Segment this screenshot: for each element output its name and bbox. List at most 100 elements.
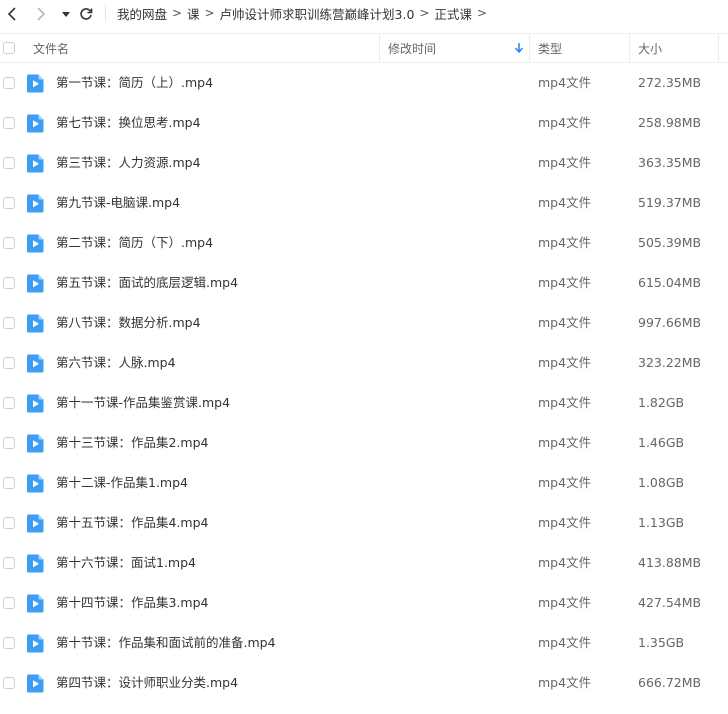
file-size: 1.13GB <box>638 515 685 530</box>
column-divider[interactable] <box>529 34 530 62</box>
video-file-icon <box>27 554 44 573</box>
file-row[interactable]: 第十三节课：作品集2.mp4 mp4文件 1.46GB <box>0 423 728 463</box>
row-checkbox[interactable] <box>3 237 15 249</box>
row-checkbox[interactable] <box>3 557 15 569</box>
column-header-type[interactable]: 类型 <box>538 34 562 62</box>
file-type: mp4文件 <box>538 315 592 330</box>
row-checkbox[interactable] <box>3 437 15 449</box>
file-row[interactable]: 第十六节课：面试1.mp4 mp4文件 413.88MB <box>0 543 728 583</box>
file-row[interactable]: 第二节课：简历（下）.mp4 mp4文件 505.39MB <box>0 223 728 263</box>
caret-down-icon <box>62 12 70 17</box>
video-file-icon <box>27 634 44 653</box>
file-name[interactable]: 第十五节课：作品集4.mp4 <box>56 503 209 543</box>
file-name[interactable]: 第一节课：简历（上）.mp4 <box>56 63 213 103</box>
file-name[interactable]: 第七节课：换位思考.mp4 <box>56 103 201 143</box>
row-checkbox[interactable] <box>3 277 15 289</box>
refresh-button[interactable] <box>76 4 96 24</box>
file-row[interactable]: 第十二课-作品集1.mp4 mp4文件 1.08GB <box>0 463 728 503</box>
column-divider[interactable] <box>629 34 630 62</box>
file-row[interactable]: 第十四节课：作品集3.mp4 mp4文件 427.54MB <box>0 583 728 623</box>
file-size: 363.35MB <box>638 155 702 170</box>
video-file-icon <box>27 474 44 493</box>
file-type: mp4文件 <box>538 235 592 250</box>
file-name[interactable]: 第五节课：面试的底层逻辑.mp4 <box>56 263 238 303</box>
file-row[interactable]: 第十节课：作品集和面试前的准备.mp4 mp4文件 1.35GB <box>0 623 728 663</box>
forward-button[interactable] <box>31 4 51 24</box>
breadcrumb-item[interactable]: 课 <box>187 4 200 23</box>
row-checkbox[interactable] <box>3 677 15 689</box>
row-checkbox[interactable] <box>3 477 15 489</box>
file-name[interactable]: 第十六节课：面试1.mp4 <box>56 543 196 583</box>
file-row[interactable]: 第六节课：人脉.mp4 mp4文件 323.22MB <box>0 343 728 383</box>
history-dropdown-button[interactable] <box>56 4 76 24</box>
video-file-icon <box>27 434 44 453</box>
breadcrumb-item[interactable]: 卢帅设计师求职训练营巅峰计划3.0 <box>220 4 415 23</box>
row-checkbox[interactable] <box>3 317 15 329</box>
file-name[interactable]: 第十节课：作品集和面试前的准备.mp4 <box>56 623 276 663</box>
file-type: mp4文件 <box>538 435 592 450</box>
file-row[interactable]: 第一节课：简历（上）.mp4 mp4文件 272.35MB <box>0 63 728 103</box>
video-file-icon <box>27 194 44 213</box>
row-checkbox[interactable] <box>3 157 15 169</box>
file-row[interactable]: 第七节课：换位思考.mp4 mp4文件 258.98MB <box>0 103 728 143</box>
column-divider[interactable] <box>718 34 719 62</box>
file-row[interactable]: 第四节课：设计师职业分类.mp4 mp4文件 666.72MB <box>0 663 728 703</box>
file-row[interactable]: 第三节课：人力资源.mp4 mp4文件 363.35MB <box>0 143 728 183</box>
row-checkbox[interactable] <box>3 597 15 609</box>
refresh-icon <box>80 8 93 20</box>
file-type: mp4文件 <box>538 75 592 90</box>
file-name[interactable]: 第六节课：人脉.mp4 <box>56 343 176 383</box>
file-name[interactable]: 第十二课-作品集1.mp4 <box>56 463 188 503</box>
column-header-modified[interactable]: 修改时间 <box>388 34 436 62</box>
file-row[interactable]: 第十五节课：作品集4.mp4 mp4文件 1.13GB <box>0 503 728 543</box>
row-checkbox[interactable] <box>3 117 15 129</box>
video-file-icon <box>27 74 44 93</box>
file-type: mp4文件 <box>538 275 592 290</box>
back-button[interactable] <box>2 4 22 24</box>
row-checkbox[interactable] <box>3 637 15 649</box>
row-checkbox[interactable] <box>3 397 15 409</box>
column-divider[interactable] <box>379 34 380 62</box>
file-type: mp4文件 <box>538 675 592 690</box>
toolbar-divider <box>105 5 106 21</box>
file-size: 272.35MB <box>638 75 702 90</box>
column-header-name[interactable]: 文件名 <box>33 34 69 62</box>
file-name[interactable]: 第八节课：数据分析.mp4 <box>56 303 201 343</box>
file-type: mp4文件 <box>538 155 592 170</box>
sort-down-arrow-icon[interactable] <box>514 42 524 54</box>
video-file-icon <box>27 154 44 173</box>
file-row[interactable]: 第九节课-电脑课.mp4 mp4文件 519.37MB <box>0 183 728 223</box>
file-type: mp4文件 <box>538 515 592 530</box>
file-name[interactable]: 第二节课：简历（下）.mp4 <box>56 223 213 263</box>
row-checkbox[interactable] <box>3 197 15 209</box>
file-size: 323.22MB <box>638 355 702 370</box>
row-checkbox[interactable] <box>3 77 15 89</box>
select-all-checkbox[interactable] <box>3 42 15 54</box>
file-name[interactable]: 第九节课-电脑课.mp4 <box>56 183 180 223</box>
file-row[interactable]: 第八节课：数据分析.mp4 mp4文件 997.66MB <box>0 303 728 343</box>
file-name[interactable]: 第十一节课-作品集鉴赏课.mp4 <box>56 383 230 423</box>
file-name[interactable]: 第十四节课：作品集3.mp4 <box>56 583 209 623</box>
breadcrumb-item[interactable]: 我的网盘 <box>117 4 167 23</box>
column-header-size[interactable]: 大小 <box>638 34 662 62</box>
file-name[interactable]: 第三节课：人力资源.mp4 <box>56 143 201 183</box>
file-row[interactable]: 第十一节课-作品集鉴赏课.mp4 mp4文件 1.82GB <box>0 383 728 423</box>
file-type: mp4文件 <box>538 195 592 210</box>
breadcrumb-separator: > <box>476 6 487 20</box>
chevron-left-icon <box>7 7 16 21</box>
file-size: 427.54MB <box>638 595 702 610</box>
video-file-icon <box>27 274 44 293</box>
video-file-icon <box>27 514 44 533</box>
file-size: 1.08GB <box>638 475 685 490</box>
file-type: mp4文件 <box>538 395 592 410</box>
breadcrumb: 我的网盘 > 课 > 卢帅设计师求职训练营巅峰计划3.0 > 正式课 > <box>117 0 492 26</box>
row-checkbox[interactable] <box>3 517 15 529</box>
file-name[interactable]: 第十三节课：作品集2.mp4 <box>56 423 209 463</box>
row-checkbox[interactable] <box>3 357 15 369</box>
breadcrumb-item[interactable]: 正式课 <box>434 4 472 23</box>
file-size: 1.46GB <box>638 435 685 450</box>
breadcrumb-separator: > <box>204 6 215 20</box>
file-list-header: 文件名 修改时间 类型 大小 <box>0 33 728 63</box>
file-row[interactable]: 第五节课：面试的底层逻辑.mp4 mp4文件 615.04MB <box>0 263 728 303</box>
file-name[interactable]: 第四节课：设计师职业分类.mp4 <box>56 663 238 703</box>
